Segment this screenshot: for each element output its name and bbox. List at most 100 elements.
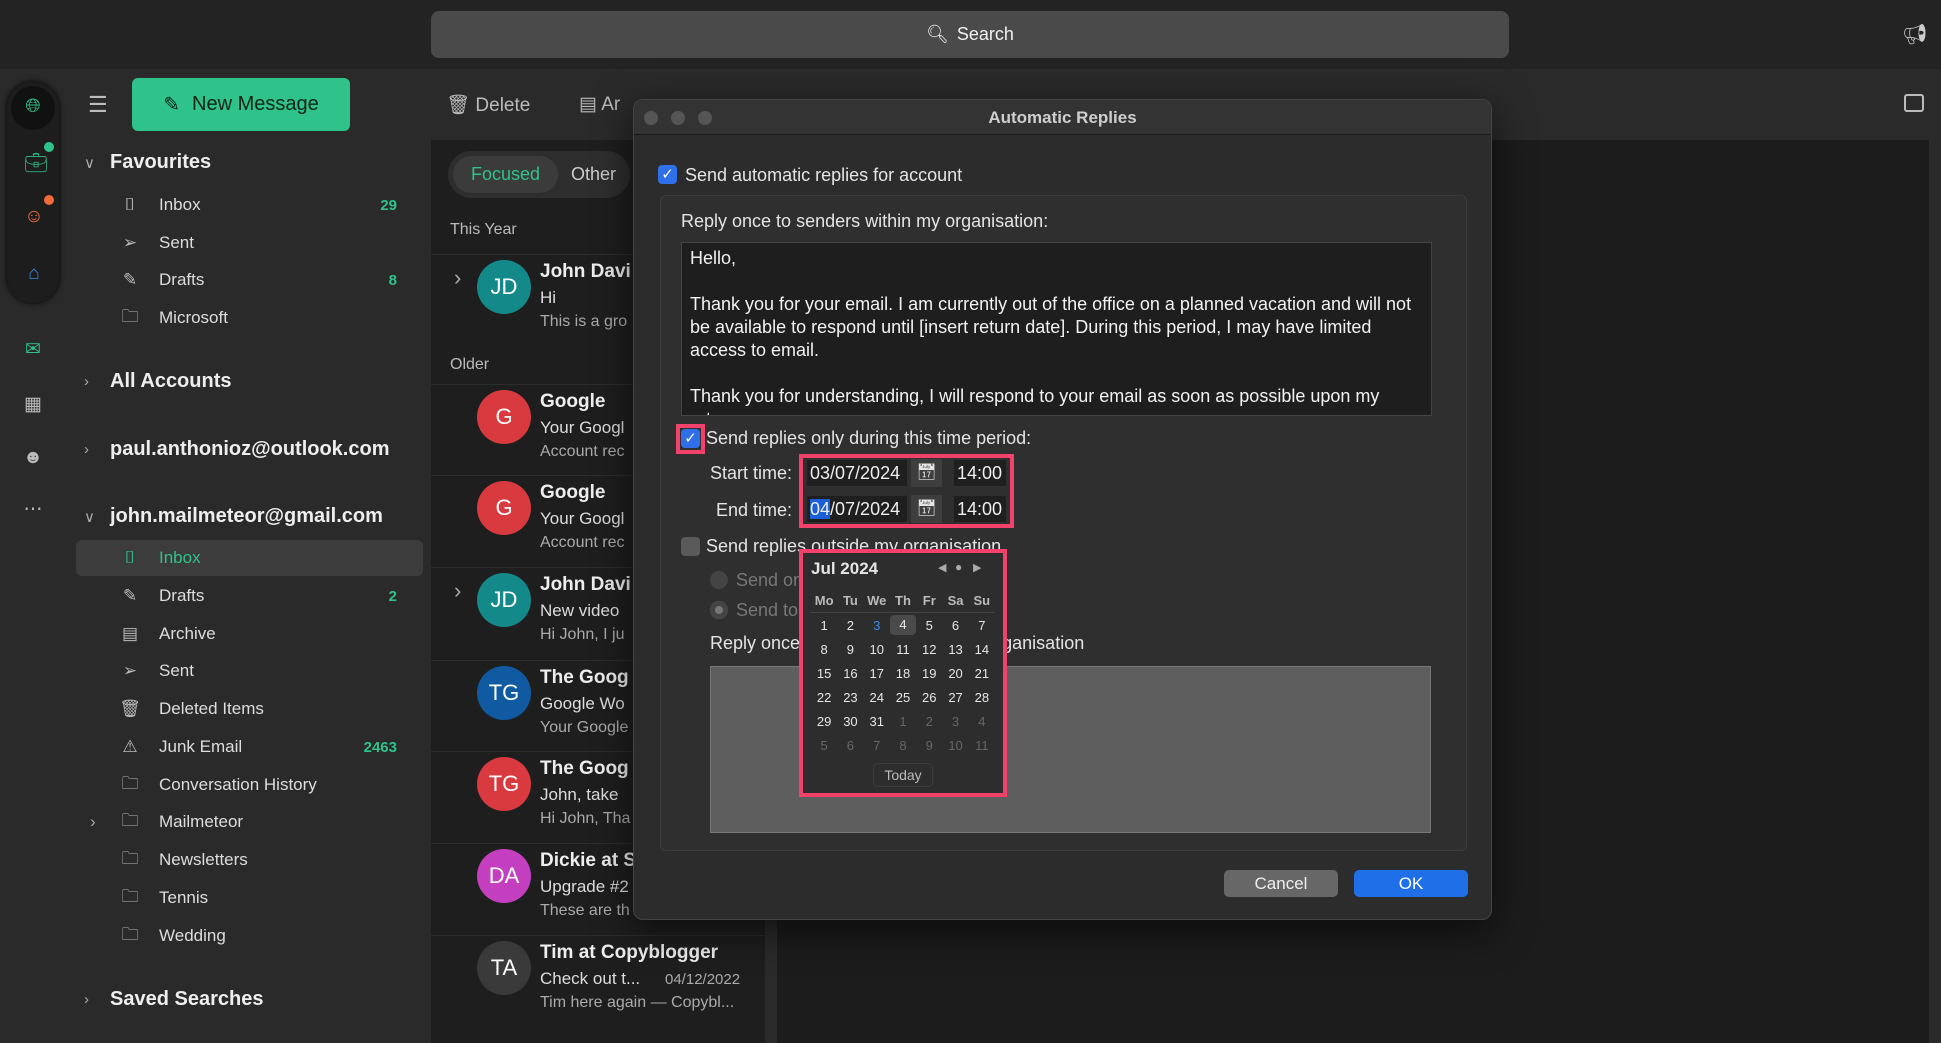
calendar-day[interactable]: 15 <box>811 666 837 681</box>
saved-searches-header[interactable]: › Saved Searches <box>84 988 263 1011</box>
calendar-day[interactable]: 30 <box>837 714 863 729</box>
calendar-day[interactable]: 12 <box>916 642 942 657</box>
minimize-button[interactable] <box>671 111 685 125</box>
calendar-day[interactable]: 1 <box>811 618 837 633</box>
megaphone-icon[interactable]: 📢︎ <box>1902 22 1927 47</box>
chevron-right-icon[interactable]: › <box>454 265 461 291</box>
calendar-day[interactable]: 6 <box>837 738 863 753</box>
sidebar-item[interactable]: 🗀︎ Wedding <box>76 918 423 954</box>
calendar-day[interactable]: 11 <box>890 642 916 657</box>
time-period-checkbox[interactable]: ✓ <box>681 429 700 448</box>
ok-button[interactable]: OK <box>1354 870 1468 897</box>
sidebar-item[interactable]: › 🗀︎ Mailmeteor <box>76 804 423 840</box>
radio-all[interactable] <box>710 601 728 619</box>
calendar-day[interactable]: 2 <box>916 714 942 729</box>
account-john[interactable]: ∨ john.mailmeteor@gmail.com <box>84 505 383 528</box>
sidebar-item[interactable]: ✎ Drafts 2 <box>76 578 423 614</box>
sidebar-item[interactable]: ✎ Drafts 8 <box>76 262 423 298</box>
calendar-day[interactable]: 6 <box>942 618 968 633</box>
hamburger-icon[interactable]: ☰ <box>88 92 108 118</box>
sidebar-item[interactable]: ⌷ Inbox 29 <box>76 187 423 223</box>
person-icon[interactable]: ☺ <box>24 207 44 227</box>
sidebar-item[interactable]: 🗀︎ Microsoft <box>76 300 423 336</box>
end-calendar-button[interactable]: 📅︎ <box>911 495 942 523</box>
tab-other[interactable]: Other <box>553 156 634 193</box>
message-item[interactable]: TA Tim at Copyblogger Check out t... 04/12/… <box>431 935 765 1027</box>
calendar-day[interactable]: 10 <box>942 738 968 753</box>
calendar-day[interactable]: 24 <box>864 690 890 705</box>
chevron-right-icon[interactable]: › <box>454 578 461 604</box>
calendar-day[interactable]: 13 <box>942 642 968 657</box>
mail-icon[interactable]: ✉ <box>23 340 43 360</box>
sidebar-item[interactable]: 🗀︎ Tennis <box>76 880 423 916</box>
calendar-day[interactable]: 4 <box>889 615 917 635</box>
next-month-icon[interactable]: ▶ <box>973 561 981 574</box>
prev-month-icon[interactable]: ◀ <box>938 561 946 574</box>
calendar-day[interactable]: 9 <box>916 738 942 753</box>
calendar-day[interactable]: 29 <box>811 714 837 729</box>
calendar-day[interactable]: 23 <box>837 690 863 705</box>
delete-button[interactable]: 🗑︎ Delete <box>446 93 530 117</box>
globe-icon[interactable]: 🌐︎ <box>23 97 43 117</box>
search-bar[interactable]: 🔍︎ Search <box>431 11 1509 58</box>
calendar-day[interactable]: 4 <box>969 714 995 729</box>
calendar-day[interactable]: 21 <box>969 666 995 681</box>
calendar-day[interactable]: 25 <box>890 690 916 705</box>
calendar-day[interactable]: 11 <box>969 738 995 753</box>
tab-focused[interactable]: Focused <box>453 156 559 193</box>
calendar-day[interactable]: 9 <box>837 642 863 657</box>
toggle-pane-icon[interactable] <box>1904 94 1924 112</box>
current-month-dot[interactable]: ● <box>955 560 962 574</box>
calendar-day[interactable]: 5 <box>811 738 837 753</box>
start-time-field[interactable]: 14:00 <box>954 460 1006 486</box>
calendar-day[interactable]: 3 <box>864 618 890 633</box>
calendar-day[interactable]: 1 <box>890 714 916 729</box>
start-calendar-button[interactable]: 📅︎ <box>911 459 942 487</box>
cancel-button[interactable]: Cancel <box>1224 870 1338 897</box>
reply-inside-textarea[interactable]: Hello, Thank you for your email. I am cu… <box>681 242 1432 416</box>
account-paul[interactable]: › paul.anthonioz@outlook.com <box>84 438 389 461</box>
more-icon[interactable]: ⋯ <box>23 500 43 520</box>
send-auto-checkbox[interactable]: ✓ <box>658 165 677 184</box>
sidebar-item[interactable]: 🗑︎ Deleted Items <box>76 691 423 727</box>
calendar-day[interactable]: 16 <box>837 666 863 681</box>
calendar-day[interactable]: 7 <box>864 738 890 753</box>
today-button[interactable]: Today <box>873 763 933 787</box>
favourites-header[interactable]: ∨ Favourites <box>84 151 211 174</box>
calendar-day[interactable]: 20 <box>942 666 968 681</box>
calendar-day[interactable]: 18 <box>890 666 916 681</box>
start-date-field[interactable]: 03/07/2024 <box>807 460 907 486</box>
sidebar-item[interactable]: ➢ Sent <box>76 225 423 261</box>
calendar-day[interactable]: 10 <box>864 642 890 657</box>
calendar-day[interactable]: 26 <box>916 690 942 705</box>
all-accounts-header[interactable]: › All Accounts <box>84 370 232 393</box>
calendar-day[interactable]: 14 <box>969 642 995 657</box>
calendar-icon[interactable]: ▦ <box>23 395 43 415</box>
sidebar-item[interactable]: 🗀︎ Conversation History <box>76 767 423 803</box>
sidebar-item[interactable]: ➢ Sent <box>76 653 423 689</box>
calendar-day[interactable]: 22 <box>811 690 837 705</box>
calendar-day[interactable]: 5 <box>916 618 942 633</box>
end-date-field[interactable]: 04/07/2024 <box>807 496 907 522</box>
people-icon[interactable]: ☻ <box>23 448 43 468</box>
calendar-day[interactable]: 7 <box>969 618 995 633</box>
home-icon[interactable]: ⌂ <box>24 264 44 284</box>
calendar-day[interactable]: 8 <box>890 738 916 753</box>
calendar-day[interactable]: 31 <box>864 714 890 729</box>
calendar-day[interactable]: 28 <box>969 690 995 705</box>
chevron-right-icon[interactable]: › <box>90 812 96 832</box>
calendar-day[interactable]: 17 <box>864 666 890 681</box>
sidebar-item[interactable]: ▤ Archive <box>76 616 423 652</box>
briefcase-icon[interactable]: 💼︎ <box>24 154 48 174</box>
close-button[interactable] <box>644 111 658 125</box>
radio-contacts[interactable] <box>710 571 728 589</box>
calendar-day[interactable]: 27 <box>942 690 968 705</box>
sidebar-item[interactable]: 🗀︎ Newsletters <box>76 842 423 878</box>
calendar-day[interactable]: 19 <box>916 666 942 681</box>
calendar-day[interactable]: 3 <box>942 714 968 729</box>
new-message-button[interactable]: ✎ New Message <box>132 78 350 131</box>
sidebar-item[interactable]: ⚠ Junk Email 2463 <box>76 729 423 765</box>
sidebar-item[interactable]: ⌷ Inbox <box>76 540 423 576</box>
end-time-field[interactable]: 14:00 <box>954 496 1006 522</box>
zoom-button[interactable] <box>698 111 712 125</box>
